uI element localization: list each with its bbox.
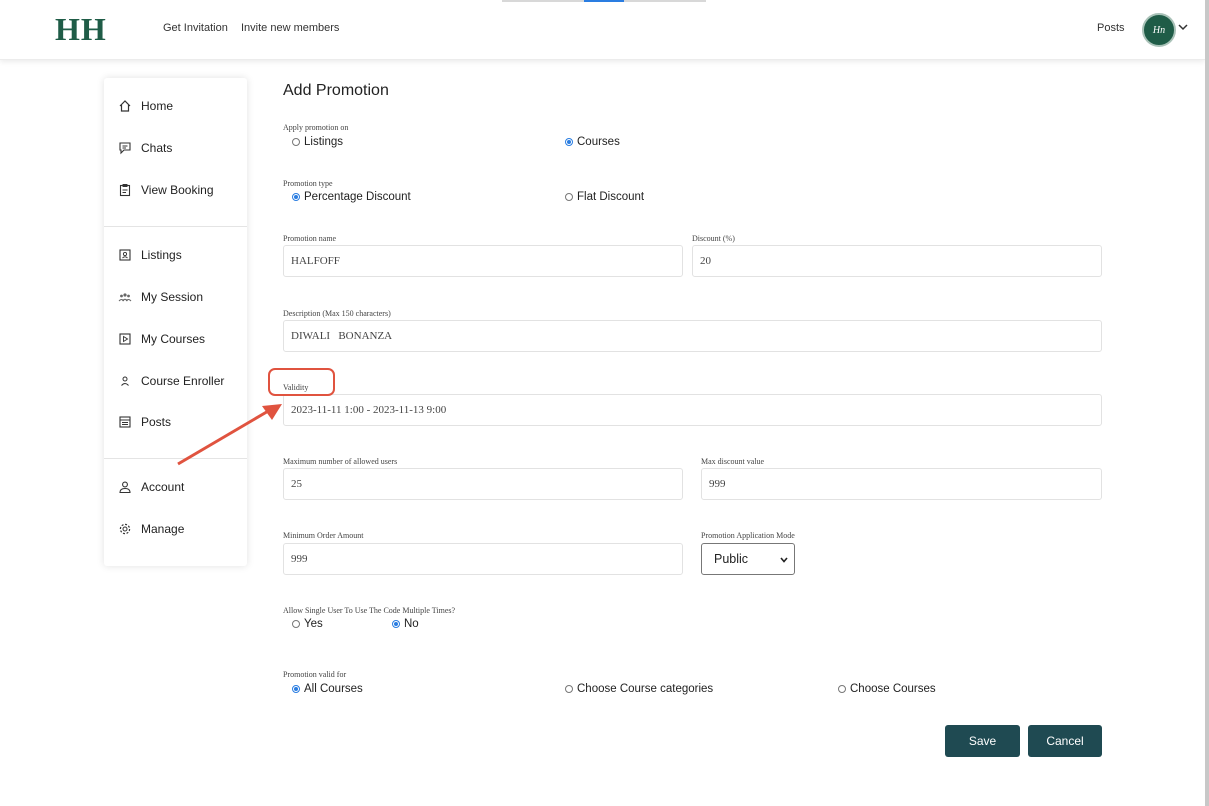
multi-use-label: Allow Single User To Use The Code Multip… bbox=[283, 606, 456, 615]
page-title: Add Promotion bbox=[283, 82, 389, 99]
radio-all-courses[interactable]: All Courses bbox=[292, 683, 363, 695]
radio-label: Choose Courses bbox=[850, 683, 936, 695]
radio-dot-selected bbox=[292, 685, 300, 693]
sidebar-item-home[interactable]: Home bbox=[118, 96, 173, 116]
chat-icon bbox=[119, 142, 131, 155]
account-icon bbox=[119, 481, 131, 494]
radio-dot-selected bbox=[392, 620, 400, 628]
radio-label: Yes bbox=[304, 618, 323, 630]
radio-label: Choose Course categories bbox=[577, 683, 714, 695]
save-button[interactable]: Save bbox=[945, 725, 1020, 757]
radio-dot bbox=[292, 620, 300, 628]
sidebar-item-posts[interactable]: Posts bbox=[118, 412, 171, 432]
clipboard-icon bbox=[119, 184, 131, 197]
validity-input[interactable]: 2023-11-11 1:00 - 2023-11-13 9:00 bbox=[283, 394, 1102, 426]
min-order-input[interactable]: 999 bbox=[283, 543, 683, 575]
sidebar-item-label: Posts bbox=[141, 415, 172, 429]
radio-label: Courses bbox=[577, 136, 620, 148]
id-card-icon bbox=[119, 249, 131, 261]
home-icon bbox=[119, 100, 131, 112]
scrollbar[interactable] bbox=[1205, 0, 1209, 806]
sidebar-item-label: Manage bbox=[141, 522, 185, 536]
sidebar-item-label: Account bbox=[141, 480, 185, 494]
radio-dot bbox=[838, 685, 846, 693]
loading-bar-fill bbox=[584, 0, 624, 2]
sidebar-item-label: Course Enroller bbox=[141, 374, 225, 388]
radio-dot-selected bbox=[565, 138, 573, 146]
sidebar-item-account[interactable]: Account bbox=[118, 477, 184, 497]
description-input[interactable]: DIWALI BONANZA bbox=[283, 320, 1102, 352]
sidebar-divider bbox=[104, 226, 247, 227]
max-users-label: Maximum number of allowed users bbox=[283, 457, 398, 466]
promo-type-label: Promotion type bbox=[283, 179, 333, 188]
chevron-down-icon bbox=[780, 557, 788, 563]
radio-listings[interactable]: Listings bbox=[292, 136, 343, 148]
radio-choose-course-categories[interactable]: Choose Course categories bbox=[565, 683, 713, 695]
radio-dot-selected bbox=[292, 193, 300, 201]
sidebar-item-my-session[interactable]: My Session bbox=[118, 287, 203, 307]
user-icon bbox=[121, 376, 129, 386]
min-order-label: Minimum Order Amount bbox=[283, 531, 364, 540]
sidebar-item-label: Home bbox=[141, 99, 174, 113]
radio-courses[interactable]: Courses bbox=[565, 136, 620, 148]
newspaper-icon bbox=[119, 416, 131, 428]
valid-for-label: Promotion valid for bbox=[283, 670, 347, 679]
radio-no[interactable]: No bbox=[392, 618, 419, 630]
sidebar-item-view-booking[interactable]: View Booking bbox=[118, 180, 214, 200]
group-icon bbox=[118, 293, 132, 302]
nav-invite-members[interactable]: Invite new members bbox=[241, 22, 339, 34]
app-mode-select[interactable]: Public bbox=[701, 543, 795, 575]
gear-icon bbox=[119, 523, 131, 535]
nav-posts[interactable]: Posts bbox=[1097, 22, 1125, 34]
discount-label: Discount (%) bbox=[692, 234, 735, 243]
sidebar-item-label: My Courses bbox=[141, 332, 206, 346]
radio-label: All Courses bbox=[304, 683, 363, 695]
radio-choose-courses[interactable]: Choose Courses bbox=[838, 683, 936, 695]
sidebar-item-course-enroller[interactable]: Course Enroller bbox=[118, 371, 224, 391]
discount-input[interactable]: 20 bbox=[692, 245, 1102, 277]
avatar[interactable]: Hn bbox=[1142, 13, 1176, 47]
sidebar-item-label: View Booking bbox=[141, 183, 214, 197]
radio-label: Listings bbox=[304, 136, 343, 148]
annotation-highlight-box bbox=[268, 368, 335, 396]
chevron-down-icon[interactable] bbox=[1178, 22, 1188, 32]
nav-get-invitation[interactable]: Get Invitation bbox=[163, 22, 228, 34]
sidebar-item-my-courses[interactable]: My Courses bbox=[118, 329, 205, 349]
play-square-icon bbox=[119, 333, 131, 345]
app-mode-label: Promotion Application Mode bbox=[701, 531, 795, 540]
max-discount-label: Max discount value bbox=[701, 457, 765, 466]
sidebar-item-label: Chats bbox=[141, 141, 173, 155]
brand-logo[interactable]: HH bbox=[55, 11, 107, 48]
max-users-input[interactable]: 25 bbox=[283, 468, 683, 500]
sidebar-item-label: My Session bbox=[141, 290, 204, 304]
select-value: Public bbox=[714, 552, 749, 566]
description-label: Description (Max 150 characters) bbox=[283, 309, 391, 318]
radio-percentage-discount[interactable]: Percentage Discount bbox=[292, 191, 411, 203]
annotation-arrow-icon bbox=[177, 404, 282, 466]
radio-flat-discount[interactable]: Flat Discount bbox=[565, 191, 644, 203]
sidebar-item-manage[interactable]: Manage bbox=[118, 519, 184, 539]
radio-label: No bbox=[404, 618, 419, 630]
sidebar-item-chats[interactable]: Chats bbox=[118, 138, 172, 158]
max-discount-input[interactable]: 999 bbox=[701, 468, 1102, 500]
apply-on-label: Apply promotion on bbox=[283, 123, 349, 132]
promo-name-label: Promotion name bbox=[283, 234, 337, 243]
radio-label: Flat Discount bbox=[577, 191, 645, 203]
top-navbar: HH Get Invitation Invite new members Pos… bbox=[0, 0, 1205, 60]
sidebar: Home Chats View Booking Listings My Sess… bbox=[104, 78, 247, 566]
cancel-button[interactable]: Cancel bbox=[1028, 725, 1102, 757]
sidebar-item-label: Listings bbox=[141, 248, 182, 262]
radio-dot bbox=[565, 685, 573, 693]
radio-dot bbox=[292, 138, 300, 146]
promo-name-input[interactable]: HALFOFF bbox=[283, 245, 683, 277]
radio-yes[interactable]: Yes bbox=[292, 618, 323, 630]
sidebar-item-listings[interactable]: Listings bbox=[118, 245, 182, 265]
radio-dot bbox=[565, 193, 573, 201]
radio-label: Percentage Discount bbox=[304, 191, 411, 203]
